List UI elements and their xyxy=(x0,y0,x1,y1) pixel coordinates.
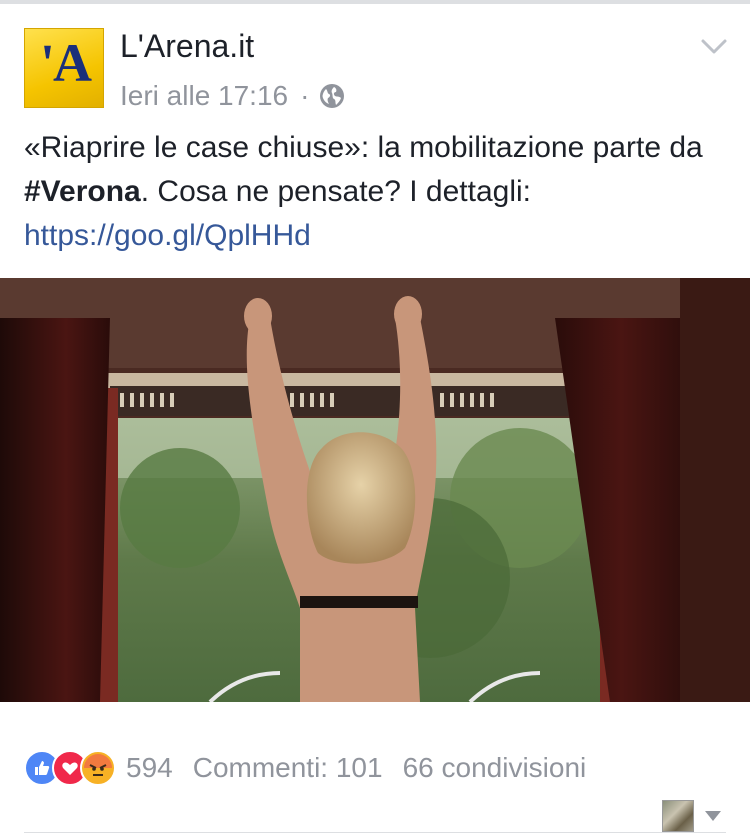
post-text-part2: . Cosa ne pensate? I dettagli: xyxy=(140,175,531,208)
reactions-summary[interactable]: 594 Commenti: 101 66 condivisioni xyxy=(24,748,586,788)
post-meta: Ieri alle 17:16 · xyxy=(120,80,345,112)
caret-down-icon[interactable] xyxy=(704,810,722,822)
globe-icon xyxy=(320,84,345,108)
post-link[interactable]: https://goo.gl/QplHHd xyxy=(24,219,311,252)
page-logo[interactable]: 'A xyxy=(24,28,104,108)
comments-count[interactable]: Commenti: 101 xyxy=(193,752,383,784)
logo-letter: 'A xyxy=(40,33,92,93)
post-header: 'A L'Arena.it Ieri alle 17:16 · xyxy=(0,4,750,116)
post-photo[interactable] xyxy=(0,278,750,702)
angry-icon xyxy=(80,750,116,786)
meta-separator: · xyxy=(300,80,310,111)
post-timestamp[interactable]: Ieri alle 17:16 xyxy=(120,80,288,112)
avatar[interactable] xyxy=(662,800,694,832)
shares-count[interactable]: 66 condivisioni xyxy=(403,752,587,784)
reactions-count: 594 xyxy=(126,752,173,783)
chevron-down-icon[interactable] xyxy=(700,38,728,56)
divider xyxy=(24,832,726,833)
photo-illustration xyxy=(0,278,750,702)
bottom-bar xyxy=(0,796,750,837)
post-message: «Riaprire le case chiuse»: la mobilitazi… xyxy=(24,126,729,258)
post-text-part1: «Riaprire le case chiuse»: la mobilitazi… xyxy=(24,131,703,164)
page-name[interactable]: L'Arena.it xyxy=(120,28,254,65)
hashtag-link[interactable]: #Verona xyxy=(24,175,141,208)
